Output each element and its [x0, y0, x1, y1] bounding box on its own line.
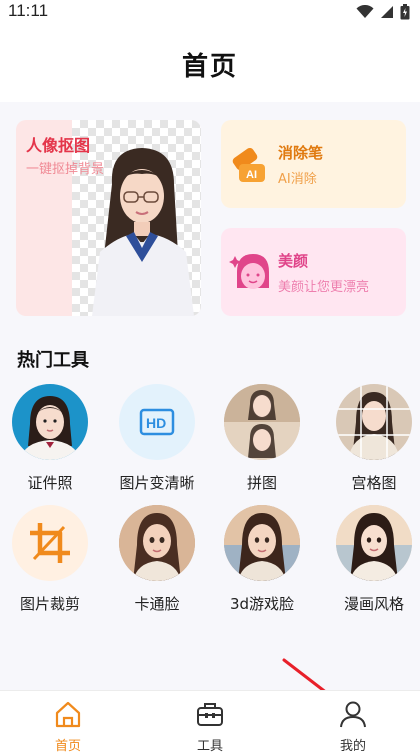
id-photo-portrait — [12, 384, 88, 460]
tool-label: 图片裁剪 — [19, 595, 80, 613]
header: 首页 — [0, 26, 420, 102]
page-title: 首页 — [181, 51, 238, 82]
status-time: 11:11 — [8, 1, 49, 20]
tool-label: 证件照 — [27, 474, 73, 492]
ai-badge: AI — [246, 169, 257, 181]
beauty-card[interactable]: 美颜 美颜让您更漂亮 — [221, 228, 406, 316]
tool-cartoon-face[interactable]: 卡通脸 — [107, 505, 207, 614]
tool-comic-style[interactable]: 漫画风格 — [324, 505, 420, 614]
bottom-tab-bar: 首页 工具 我的 — [0, 690, 420, 754]
home-icon — [55, 701, 81, 728]
toolbox-icon — [197, 703, 223, 726]
hd-icon: HD — [119, 384, 195, 460]
status-icons — [356, 4, 410, 20]
signal-icon — [381, 6, 393, 18]
tab-tools[interactable]: 工具 — [175, 699, 245, 754]
user-icon — [340, 701, 366, 728]
beauty-face-icon — [229, 254, 269, 289]
tool-id-photo[interactable]: 证件照 — [0, 384, 100, 493]
tab-home-label: 首页 — [54, 739, 81, 754]
cutout-title: 人像抠图 — [26, 136, 91, 155]
eraser-icon: AI — [232, 147, 265, 182]
hot-tools-title: 热门工具 — [17, 350, 89, 371]
grid-portrait — [336, 384, 412, 460]
beauty-subtitle: 美颜让您更漂亮 — [278, 280, 370, 295]
3d-portrait — [224, 505, 300, 581]
tool-hd-enhance[interactable]: HD 图片变清晰 — [107, 384, 207, 493]
beauty-title: 美颜 — [278, 252, 309, 270]
eraser-title: 消除笔 — [278, 144, 324, 162]
tool-label: 漫画风格 — [343, 595, 404, 613]
collage-portrait — [224, 384, 300, 460]
cutout-subtitle: 一键抠掉背景 — [26, 162, 105, 177]
battery-icon — [400, 4, 410, 20]
wifi-icon — [356, 5, 374, 18]
tool-collage[interactable]: 拼图 — [212, 384, 312, 493]
tool-label: 拼图 — [246, 474, 277, 492]
tool-grid[interactable]: 宫格图 — [324, 384, 420, 493]
crop-icon — [12, 505, 88, 581]
tab-tools-label: 工具 — [196, 739, 223, 754]
tab-home[interactable]: 首页 — [33, 699, 103, 754]
eraser-card[interactable]: AI 消除笔 AI消除 — [221, 120, 406, 208]
portrait-cutout-card[interactable]: 人像抠图 一键抠掉背景 — [16, 120, 201, 316]
tool-label: 卡通脸 — [134, 595, 180, 613]
cartoon-portrait — [119, 505, 195, 581]
tool-label: 宫格图 — [351, 474, 397, 492]
tool-label: 3d游戏脸 — [229, 595, 295, 613]
tab-mine[interactable]: 我的 — [318, 699, 388, 754]
hd-text: HD — [146, 415, 166, 431]
comic-portrait — [336, 505, 412, 581]
tab-mine-label: 我的 — [339, 739, 366, 754]
tool-3d-game-face[interactable]: 3d游戏脸 — [212, 505, 312, 614]
eraser-subtitle: AI消除 — [278, 172, 317, 187]
tool-crop[interactable]: 图片裁剪 — [0, 505, 100, 614]
tool-label: 图片变清晰 — [119, 474, 195, 492]
status-bar: 11:11 — [0, 0, 420, 26]
